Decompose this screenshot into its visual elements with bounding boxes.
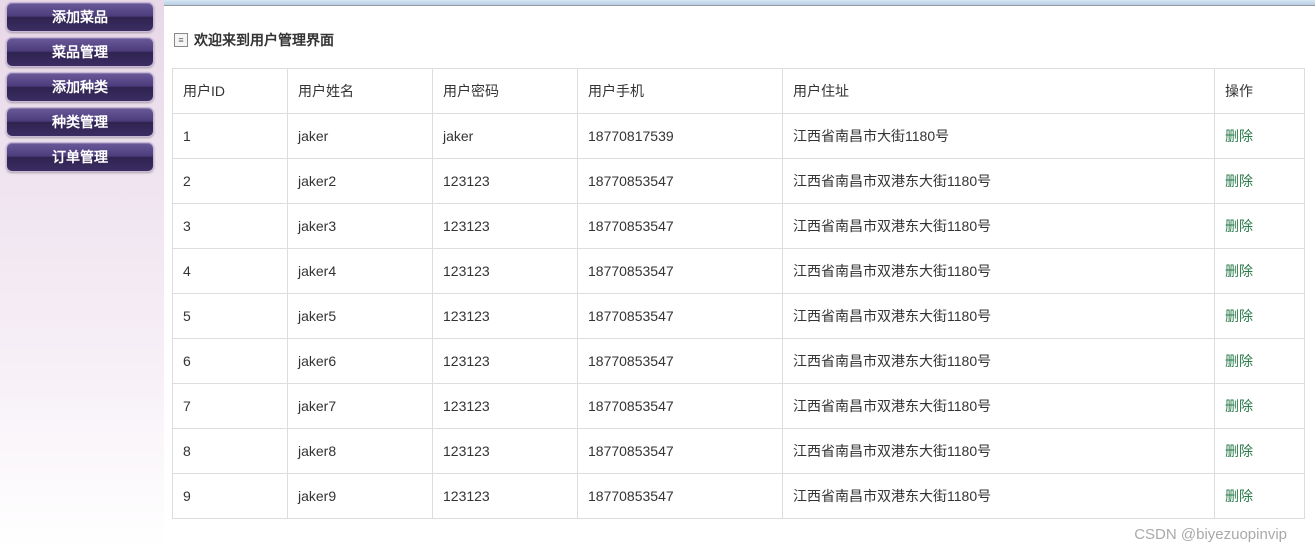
cell-id: 3 [173,204,288,249]
cell-name: jaker6 [288,339,433,384]
table-row: 6jaker612312318770853547江西省南昌市双港东大街1180号… [173,339,1305,384]
table-row: 5jaker512312318770853547江西省南昌市双港东大街1180号… [173,294,1305,339]
main-content: ≡ 欢迎来到用户管理界面 用户ID 用户姓名 用户密码 用户手机 用户住址 操作… [164,0,1315,549]
cell-password: 123123 [433,384,578,429]
cell-password: jaker [433,114,578,159]
cell-op: 删除 [1215,114,1305,159]
table-row: 2jaker212312318770853547江西省南昌市双港东大街1180号… [173,159,1305,204]
cell-name: jaker5 [288,294,433,339]
col-header-phone: 用户手机 [578,69,783,114]
cell-address: 江西省南昌市双港东大街1180号 [783,294,1215,339]
cell-phone: 18770853547 [578,429,783,474]
cell-id: 2 [173,159,288,204]
sidebar-item-category-manage[interactable]: 种类管理 [6,107,154,137]
watermark: CSDN @biyezuopinvip [1134,526,1287,543]
user-table: 用户ID 用户姓名 用户密码 用户手机 用户住址 操作 1jakerjaker1… [172,68,1305,519]
delete-link[interactable]: 删除 [1225,218,1253,234]
table-header-row: 用户ID 用户姓名 用户密码 用户手机 用户住址 操作 [173,69,1305,114]
cell-name: jaker2 [288,159,433,204]
cell-id: 1 [173,114,288,159]
table-row: 8jaker812312318770853547江西省南昌市双港东大街1180号… [173,429,1305,474]
sidebar-item-dish-manage[interactable]: 菜品管理 [6,37,154,67]
cell-address: 江西省南昌市双港东大街1180号 [783,339,1215,384]
cell-address: 江西省南昌市双港东大街1180号 [783,384,1215,429]
col-header-id: 用户ID [173,69,288,114]
cell-name: jaker8 [288,429,433,474]
cell-op: 删除 [1215,384,1305,429]
cell-id: 8 [173,429,288,474]
table-row: 1jakerjaker18770817539江西省南昌市大街1180号删除 [173,114,1305,159]
delete-link[interactable]: 删除 [1225,308,1253,324]
delete-link[interactable]: 删除 [1225,398,1253,414]
cell-op: 删除 [1215,249,1305,294]
cell-id: 6 [173,339,288,384]
cell-id: 7 [173,384,288,429]
cell-phone: 18770853547 [578,204,783,249]
cell-address: 江西省南昌市双港东大街1180号 [783,249,1215,294]
cell-password: 123123 [433,474,578,519]
page-title: 欢迎来到用户管理界面 [194,30,334,50]
cell-phone: 18770853547 [578,339,783,384]
sidebar-item-add-category[interactable]: 添加种类 [6,72,154,102]
delete-link[interactable]: 删除 [1225,488,1253,504]
cell-name: jaker9 [288,474,433,519]
cell-name: jaker3 [288,204,433,249]
cell-password: 123123 [433,249,578,294]
cell-address: 江西省南昌市双港东大街1180号 [783,474,1215,519]
cell-phone: 18770817539 [578,114,783,159]
list-icon: ≡ [174,33,188,47]
sidebar-item-add-dish[interactable]: 添加菜品 [6,2,154,32]
col-header-op: 操作 [1215,69,1305,114]
cell-phone: 18770853547 [578,249,783,294]
delete-link[interactable]: 删除 [1225,353,1253,369]
cell-address: 江西省南昌市双港东大街1180号 [783,159,1215,204]
cell-address: 江西省南昌市大街1180号 [783,114,1215,159]
cell-password: 123123 [433,339,578,384]
cell-password: 123123 [433,204,578,249]
sidebar-item-order-manage[interactable]: 订单管理 [6,142,154,172]
cell-address: 江西省南昌市双港东大街1180号 [783,204,1215,249]
cell-op: 删除 [1215,339,1305,384]
cell-name: jaker [288,114,433,159]
table-row: 4jaker412312318770853547江西省南昌市双港东大街1180号… [173,249,1305,294]
delete-link[interactable]: 删除 [1225,263,1253,279]
table-row: 7jaker712312318770853547江西省南昌市双港东大街1180号… [173,384,1305,429]
cell-id: 9 [173,474,288,519]
cell-name: jaker4 [288,249,433,294]
cell-phone: 18770853547 [578,159,783,204]
cell-op: 删除 [1215,474,1305,519]
col-header-name: 用户姓名 [288,69,433,114]
cell-op: 删除 [1215,159,1305,204]
table-row: 3jaker312312318770853547江西省南昌市双港东大街1180号… [173,204,1305,249]
col-header-password: 用户密码 [433,69,578,114]
cell-phone: 18770853547 [578,294,783,339]
cell-address: 江西省南昌市双港东大街1180号 [783,429,1215,474]
cell-phone: 18770853547 [578,474,783,519]
cell-op: 删除 [1215,429,1305,474]
cell-op: 删除 [1215,204,1305,249]
top-border [164,0,1315,6]
cell-password: 123123 [433,294,578,339]
table-row: 9jaker912312318770853547江西省南昌市双港东大街1180号… [173,474,1305,519]
cell-phone: 18770853547 [578,384,783,429]
cell-id: 5 [173,294,288,339]
delete-link[interactable]: 删除 [1225,128,1253,144]
welcome-row: ≡ 欢迎来到用户管理界面 [164,30,1315,50]
cell-password: 123123 [433,429,578,474]
cell-password: 123123 [433,159,578,204]
sidebar: 添加菜品 菜品管理 添加种类 种类管理 订单管理 [0,0,164,549]
delete-link[interactable]: 删除 [1225,173,1253,189]
cell-name: jaker7 [288,384,433,429]
cell-op: 删除 [1215,294,1305,339]
delete-link[interactable]: 删除 [1225,443,1253,459]
col-header-address: 用户住址 [783,69,1215,114]
cell-id: 4 [173,249,288,294]
